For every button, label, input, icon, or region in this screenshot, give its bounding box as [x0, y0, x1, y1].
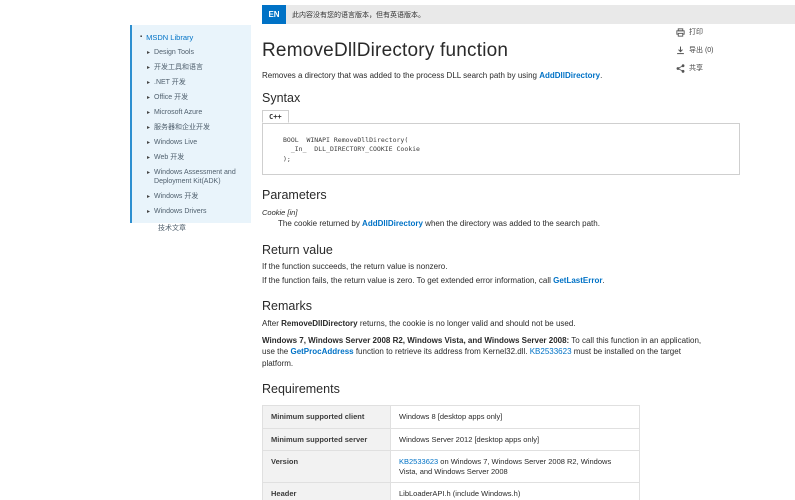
chevron-right-icon: ▸: [147, 169, 150, 178]
sidebar-root-link[interactable]: MSDN Library: [146, 33, 193, 42]
return-fail-text: If the function fails, the return value …: [262, 276, 740, 285]
remarks-p1-post: returns, the cookie is no longer valid a…: [358, 319, 576, 328]
return-success-text: If the function succeeds, the return val…: [262, 262, 740, 271]
requirement-value: LibLoaderAPI.h (include Windows.h)None o…: [391, 482, 640, 500]
chevron-right-icon: ▸: [147, 193, 150, 202]
sidebar-item-label: Windows 开发: [154, 193, 198, 202]
parameters-heading: Parameters: [262, 188, 740, 202]
sidebar-item-office-dev[interactable]: ▸ Office 开发: [147, 94, 247, 103]
sidebar-item-label: Microsoft Azure: [154, 109, 202, 118]
code-box: BOOL WINAPI RemoveDllDirectory( _In_ DLL…: [262, 123, 740, 175]
chevron-right-icon: ▸: [147, 124, 150, 133]
chevron-right-icon: ▸: [147, 94, 150, 103]
remarks-p1-bold: RemoveDllDirectory: [281, 319, 357, 328]
table-row: Version KB2533623 on Windows 7, Windows …: [263, 450, 640, 482]
return-fail-post: .: [602, 276, 604, 285]
chevron-right-icon: ▸: [147, 139, 150, 148]
sidebar: ▪ MSDN Library ▸ Design Tools ▸ 开发工具和语言 ▸.…: [130, 25, 251, 223]
intro-period: .: [600, 71, 602, 80]
chevron-right-icon: ▸: [147, 79, 150, 88]
language-banner: EN 此内容没有您的语言版本，但有英语版本。: [262, 5, 795, 24]
sidebar-item-label: Web 开发: [154, 154, 184, 163]
sidebar-item-label: Windows Assessment and Deployment Kit(AD…: [154, 169, 247, 186]
syntax-heading: Syntax: [262, 91, 740, 105]
adddlldirectory-link[interactable]: AddDllDirectory: [539, 71, 600, 80]
banner-message: 此内容没有您的语言版本，但有英语版本。: [292, 10, 425, 20]
tab-cpp[interactable]: C++: [262, 110, 289, 123]
chevron-right-icon: ▸: [147, 208, 150, 217]
sidebar-item-web-dev[interactable]: ▸ Web 开发: [147, 154, 247, 163]
sidebar-item-windows-drivers[interactable]: ▸ Windows Drivers: [147, 208, 247, 217]
getlasterror-link[interactable]: GetLastError: [553, 276, 602, 285]
getprocaddress-link[interactable]: GetProcAddress: [290, 347, 353, 356]
sidebar-item-msdn-library[interactable]: ▪ MSDN Library: [140, 33, 247, 42]
intro-paragraph: Removes a directory that was added to th…: [262, 71, 740, 80]
requirements-table: Minimum supported client Windows 8 [desk…: [262, 405, 640, 500]
table-row: Minimum supported server Windows Server …: [263, 428, 640, 450]
sidebar-item-label: Windows Drivers: [154, 208, 207, 217]
chevron-right-icon: ▸: [147, 64, 150, 73]
parameter-name: Cookie [in]: [262, 208, 740, 217]
requirement-label: Minimum supported client: [263, 406, 391, 428]
remarks-paragraph-2: Windows 7, Windows Server 2008 R2, Windo…: [262, 335, 710, 370]
requirement-label: Version: [263, 450, 391, 482]
return-value-heading: Return value: [262, 243, 740, 257]
page: ▪ MSDN Library ▸ Design Tools ▸ 开发工具和语言 ▸.…: [0, 0, 795, 500]
adddlldirectory-link[interactable]: AddDllDirectory: [362, 219, 423, 228]
sidebar-item-tech-articles[interactable]: 技术文章: [158, 223, 247, 233]
sidebar-item-label: 服务器和企业开发: [154, 124, 210, 133]
chevron-right-icon: ▸: [147, 109, 150, 118]
syntax-code: BOOL WINAPI RemoveDllDirectory( _In_ DLL…: [283, 136, 739, 164]
kb2533623-link[interactable]: KB2533623: [399, 457, 438, 466]
remarks-p2-mid2: function to retrieve its address from Ke…: [354, 347, 530, 356]
chevron-right-icon: ▸: [147, 49, 150, 58]
remarks-os-list: Windows 7, Windows Server 2008 R2, Windo…: [262, 336, 569, 345]
intro-text: Removes a directory that was added to th…: [262, 71, 539, 80]
bullet-icon: ▪: [140, 33, 142, 42]
sidebar-item-dotnet-dev[interactable]: ▸ .NET 开发: [147, 79, 247, 88]
sidebar-item-server-enterprise-dev[interactable]: ▸ 服务器和企业开发: [147, 124, 247, 133]
parameter-description: The cookie returned by AddDllDirectory w…: [278, 219, 740, 228]
requirements-heading: Requirements: [262, 382, 740, 396]
page-title: RemoveDllDirectory function: [262, 40, 740, 62]
remarks-paragraph-1: After RemoveDllDirectory returns, the co…: [262, 318, 710, 330]
sidebar-item-windows-dev[interactable]: ▸ Windows 开发: [147, 193, 247, 202]
sidebar-item-label: Windows Live: [154, 139, 197, 148]
language-badge[interactable]: EN: [262, 5, 286, 24]
table-row: Header LibLoaderAPI.h (include Windows.h…: [263, 482, 640, 500]
requirement-label: Header: [263, 482, 391, 500]
sidebar-item-design-tools[interactable]: ▸ Design Tools: [147, 49, 247, 58]
sidebar-item-label: 开发工具和语言: [154, 64, 203, 73]
sidebar-item-windows-live[interactable]: ▸ Windows Live: [147, 139, 247, 148]
syntax-block: C++ BOOL WINAPI RemoveDllDirectory( _In_…: [262, 105, 740, 175]
article: RemoveDllDirectory function Removes a di…: [262, 30, 740, 500]
sidebar-item-microsoft-azure[interactable]: ▸ Microsoft Azure: [147, 109, 247, 118]
param-desc-text: The cookie returned by: [278, 219, 362, 228]
requirement-value: KB2533623 on Windows 7, Windows Server 2…: [391, 450, 640, 482]
sidebar-item-label: .NET 开发: [154, 79, 186, 88]
header-value-line1: LibLoaderAPI.h (include Windows.h): [399, 489, 520, 498]
requirement-value: Windows 8 [desktop apps only]: [391, 406, 640, 428]
sidebar-item-dev-tools-languages[interactable]: ▸ 开发工具和语言: [147, 64, 247, 73]
requirement-value: Windows Server 2012 [desktop apps only]: [391, 428, 640, 450]
table-row: Minimum supported client Windows 8 [desk…: [263, 406, 640, 428]
remarks-heading: Remarks: [262, 299, 740, 313]
sidebar-item-label: Office 开发: [154, 94, 188, 103]
kb2533623-link[interactable]: KB2533623: [530, 347, 572, 356]
remarks-p1-pre: After: [262, 319, 281, 328]
chevron-right-icon: ▸: [147, 154, 150, 163]
sidebar-item-windows-adk[interactable]: ▸ Windows Assessment and Deployment Kit(A…: [147, 169, 247, 186]
param-desc-tail: when the directory was added to the sear…: [423, 219, 600, 228]
sidebar-item-label: Design Tools: [154, 49, 194, 58]
sidebar-list: ▸ Design Tools ▸ 开发工具和语言 ▸ .NET 开发 ▸ Office …: [140, 49, 247, 216]
requirement-label: Minimum supported server: [263, 428, 391, 450]
return-fail-pre: If the function fails, the return value …: [262, 276, 553, 285]
